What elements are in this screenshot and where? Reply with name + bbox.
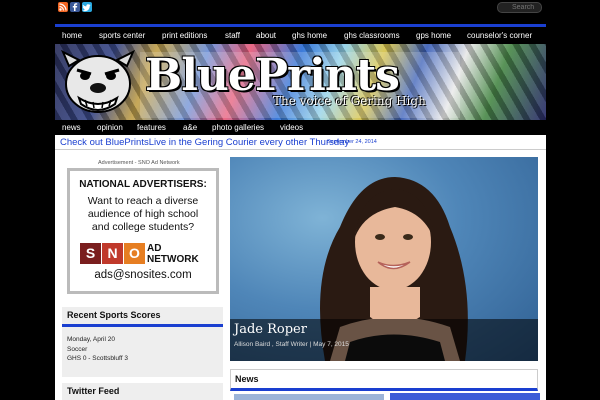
twitter-icon[interactable]: [82, 2, 92, 12]
ad-body: Want to reach a diverse audience of high…: [70, 195, 216, 234]
nav-about[interactable]: about: [256, 31, 276, 40]
featured-title[interactable]: Jade Roper: [234, 322, 307, 337]
twitter-feed-widget: Twitter Feed: [62, 383, 223, 400]
widget-title: Twitter Feed: [67, 386, 120, 396]
site-banner[interactable]: BluePrints The voice of Gering High: [55, 44, 546, 120]
sno-letter: O: [124, 243, 145, 264]
score-date: Monday, April 20: [67, 336, 115, 343]
ticker-date: September 24, 2014: [327, 139, 377, 145]
news-section-header: News: [230, 369, 538, 391]
nav-videos[interactable]: videos: [280, 123, 303, 132]
ad-heading: NATIONAL ADVERTISERS:: [79, 179, 207, 190]
news-headline-link[interactable]: [390, 393, 540, 400]
nav-counselors-corner[interactable]: counselor's corner: [467, 31, 532, 40]
sno-ad-word: AD: [147, 243, 162, 254]
rss-icon[interactable]: [58, 2, 68, 12]
nav-opinion[interactable]: opinion: [97, 123, 123, 132]
ad-label: Advertisement - SNO Ad Network: [98, 160, 180, 166]
site-tagline: The voice of Gering High: [273, 94, 426, 108]
facebook-icon[interactable]: [70, 2, 80, 12]
sno-advertisement[interactable]: NATIONAL ADVERTISERS: Want to reach a di…: [67, 168, 219, 294]
sno-letter: S: [80, 243, 101, 264]
nav-gps-home[interactable]: gps home: [416, 31, 451, 40]
widget-divider: [62, 324, 223, 327]
nav-home[interactable]: home: [62, 31, 82, 40]
sno-word: AD NETWORK: [147, 243, 199, 265]
news-thumbnail[interactable]: [234, 394, 384, 400]
section-nav: news opinion features a&e photo gallerie…: [55, 120, 546, 135]
nav-photo-galleries[interactable]: photo galleries: [212, 123, 264, 132]
score-sport: Soccer: [67, 346, 88, 353]
featured-caption: Jade Roper Allison Baird , Staff Writer …: [230, 319, 538, 361]
nav-sports-center[interactable]: sports center: [99, 31, 145, 40]
score-result: GHS 0 - Scottsbluff 3: [67, 355, 128, 362]
ad-line: audience of high school: [87, 208, 199, 220]
ad-email[interactable]: ads@snosites.com: [70, 269, 216, 281]
news-title: News: [235, 374, 259, 384]
sno-letter: N: [102, 243, 123, 264]
nav-print-editions[interactable]: print editions: [162, 31, 207, 40]
breaking-ticker: Check out BluePrintsLive in the Gering C…: [55, 135, 546, 150]
nav-news[interactable]: news: [62, 123, 81, 132]
nav-ghs-home[interactable]: ghs home: [292, 31, 327, 40]
widget-title: Recent Sports Scores: [67, 310, 161, 320]
top-bar: [0, 0, 600, 24]
sno-network-word: NETWORK: [147, 254, 199, 265]
sports-scores-widget: Recent Sports Scores Monday, April 20 So…: [62, 307, 223, 377]
featured-story[interactable]: Jade Roper Allison Baird , Staff Writer …: [230, 157, 538, 361]
nav-staff[interactable]: staff: [225, 31, 240, 40]
ad-line: and college students?: [91, 221, 195, 233]
main-nav: home sports center print editions staff …: [55, 24, 546, 44]
nav-ghs-classrooms[interactable]: ghs classrooms: [344, 31, 400, 40]
bulldog-logo: [61, 49, 135, 113]
nav-features[interactable]: features: [137, 123, 166, 132]
nav-ae[interactable]: a&e: [183, 123, 197, 132]
ad-line: Want to reach a diverse: [87, 195, 199, 207]
search-input[interactable]: [497, 2, 542, 13]
featured-byline: Allison Baird , Staff Writer | May 7, 20…: [234, 341, 349, 348]
ticker-headline[interactable]: Check out BluePrintsLive in the Gering C…: [60, 137, 349, 148]
